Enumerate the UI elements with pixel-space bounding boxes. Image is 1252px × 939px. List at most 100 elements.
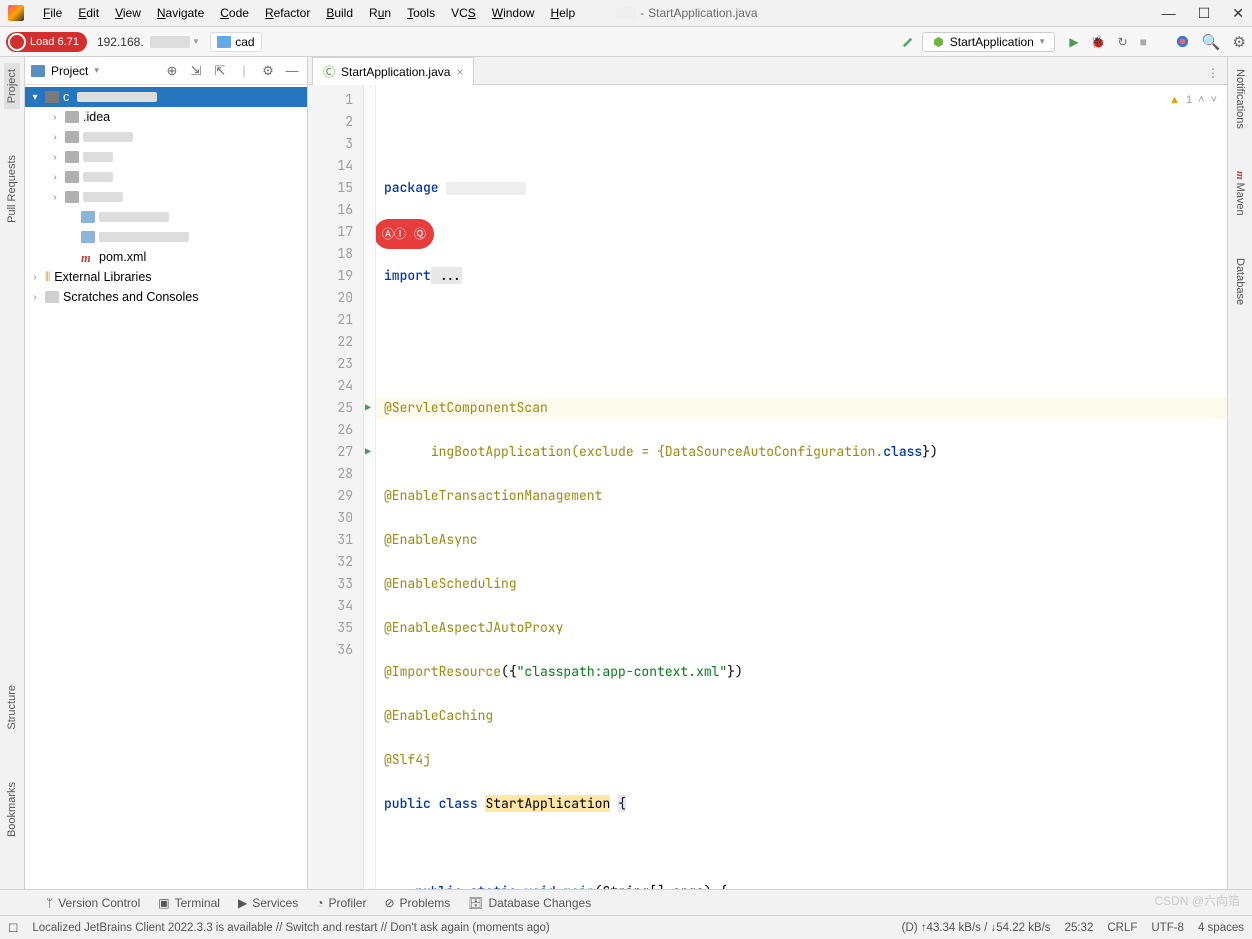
close-tab-icon[interactable]: × [456,65,463,79]
codewithme-icon[interactable] [1175,34,1190,49]
menu-build[interactable]: Build [319,3,360,23]
editor-tab[interactable]: Ⓒ StartApplication.java × [312,57,474,85]
stop-button[interactable]: ■ [1140,35,1147,49]
window-maximize-button[interactable]: ☐ [1198,5,1211,22]
ai-icon: ⒶⒾ [382,223,406,245]
right-tab-database[interactable]: Database [1232,252,1248,311]
build-hammer-icon[interactable] [901,34,916,49]
tree-root[interactable]: ▾c [25,87,307,107]
bottom-services[interactable]: ▶Services [238,896,298,910]
ai-assistant-badge[interactable]: ⒶⒾⓆ [376,219,434,249]
prev-highlight-icon[interactable]: ˄ [1198,89,1204,111]
status-network: (D) ↑43.34 kB/s / ↓54.22 kB/s [902,922,1051,934]
folder-icon [217,36,231,48]
folder-icon [65,191,79,203]
tree-item[interactable]: ›.idea [25,107,307,127]
menubar: File Edit View Navigate Code Refactor Bu… [0,0,1252,27]
menu-navigate[interactable]: Navigate [150,3,211,23]
menu-run[interactable]: Run [362,3,398,23]
expand-all-icon[interactable]: ⇲ [187,63,205,79]
bottom-terminal[interactable]: ▣Terminal [158,896,220,910]
status-window-icon[interactable]: ☐ [8,921,18,935]
panel-settings-icon[interactable]: ⚙ [259,63,277,79]
menu-vcs[interactable]: VCS [444,3,483,23]
breadcrumb[interactable]: cad [210,32,261,52]
editor: Ⓒ StartApplication.java × ⋮ 1 2 3 14 15 … [308,57,1227,889]
menu-refactor[interactable]: Refactor [258,3,317,23]
tree-item[interactable]: › [25,147,307,167]
project-panel-header: Project ▾ ⊕ ⇲ ⇱ | ⚙ — [25,57,307,85]
tree-item[interactable]: › [25,127,307,147]
ip-address: 192.168. [97,35,144,49]
terminal-icon: ▣ [158,896,169,910]
branch-icon: ᛘ [46,896,53,910]
status-line-ending[interactable]: CRLF [1107,922,1137,934]
status-indent[interactable]: 4 spaces [1198,922,1244,934]
tree-item[interactable]: › [25,187,307,207]
project-tree[interactable]: ▾c ›.idea › › › › mpom.xml ›⫴External Li… [25,85,307,889]
tree-external-libs[interactable]: ›⫴External Libraries [25,267,307,287]
status-message[interactable]: Localized JetBrains Client 2022.3.3 is a… [32,922,549,934]
tree-item[interactable] [25,207,307,227]
warning-count: 1 [1186,89,1192,111]
profiler-icon: ◔ [316,896,323,910]
menu-code[interactable]: Code [213,3,256,23]
inspection-widget[interactable]: ▲ 1 ˄ ˅ [1169,89,1217,111]
run-configuration-dropdown[interactable]: ⬢ StartApplication ▾ [922,32,1055,52]
menu-help[interactable]: Help [543,3,582,23]
bottom-database-changes[interactable]: 🗄Database Changes [468,896,591,910]
left-tool-strip: Project Pull Requests Structure Bookmark… [0,57,25,889]
menu-view[interactable]: View [108,3,148,23]
breadcrumb-label: cad [235,35,254,49]
menu-window[interactable]: Window [485,3,542,23]
settings-icon[interactable]: ⚙ [1233,33,1246,51]
scratch-icon [45,291,59,303]
bottom-problems[interactable]: ⊘Problems [384,896,450,910]
libs-icon: ⫴ [45,270,50,285]
debug-button[interactable]: 🐞 [1091,35,1106,49]
window-close-button[interactable]: ✕ [1232,5,1244,22]
file-icon [81,211,95,223]
services-icon: ▶ [238,896,247,910]
bottom-version-control[interactable]: ᛘVersion Control [46,896,140,910]
window-minimize-button[interactable]: — [1162,5,1176,22]
toolbar: Load 6.71 192.168. ▾ cad ⬢ StartApplicat… [0,27,1252,57]
right-tab-maven[interactable]: m Maven [1232,165,1248,222]
spring-icon: ⬢ [933,35,943,49]
right-tab-notifications[interactable]: Notifications [1232,63,1248,135]
run-button[interactable]: ▶ [1069,35,1078,49]
coverage-button[interactable]: ↻ [1118,35,1128,49]
collapse-all-icon[interactable]: ⇱ [211,63,229,79]
warning-icon: ▲ [1169,89,1180,111]
tab-menu-icon[interactable]: ⋮ [1199,62,1227,84]
editor-tabbar: Ⓒ StartApplication.java × ⋮ [308,57,1227,85]
tree-pom[interactable]: mpom.xml [25,247,307,267]
status-encoding[interactable]: UTF-8 [1151,922,1184,934]
window-title: - StartApplication.java [616,6,757,20]
menu-file[interactable]: File [36,3,69,23]
folder-icon [65,171,79,183]
app-logo [8,5,24,21]
code-area[interactable]: 1 2 3 14 15 16 17 18 19 20 21 22 23 24 2… [308,85,1227,889]
tree-scratches[interactable]: ›Scratches and Consoles [25,287,307,307]
tree-item[interactable] [25,227,307,247]
left-tab-project[interactable]: Project [4,63,20,109]
run-config-label: StartApplication [950,35,1034,49]
code-content[interactable]: ▲ 1 ˄ ˅ ⒶⒾⓆ package import ... @ServletC… [376,85,1227,889]
left-tab-pull-requests[interactable]: Pull Requests [4,149,20,229]
folder-icon [45,91,59,103]
status-cursor-position[interactable]: 25:32 [1065,922,1094,934]
bottom-profiler[interactable]: ◔Profiler [316,896,366,910]
select-opened-file-icon[interactable]: ⊕ [163,63,181,79]
menu-edit[interactable]: Edit [71,3,106,23]
next-highlight-icon[interactable]: ˅ [1211,89,1217,111]
database-icon: 🗄 [468,896,483,910]
menu-tools[interactable]: Tools [400,3,442,23]
hide-panel-icon[interactable]: — [283,63,301,78]
folder-icon [65,131,79,143]
search-icon[interactable]: 🔍 [1202,33,1221,51]
project-title: Project [51,64,88,78]
tree-item[interactable]: › [25,167,307,187]
left-tab-structure[interactable]: Structure [4,679,20,736]
left-tab-bookmarks[interactable]: Bookmarks [4,776,20,843]
